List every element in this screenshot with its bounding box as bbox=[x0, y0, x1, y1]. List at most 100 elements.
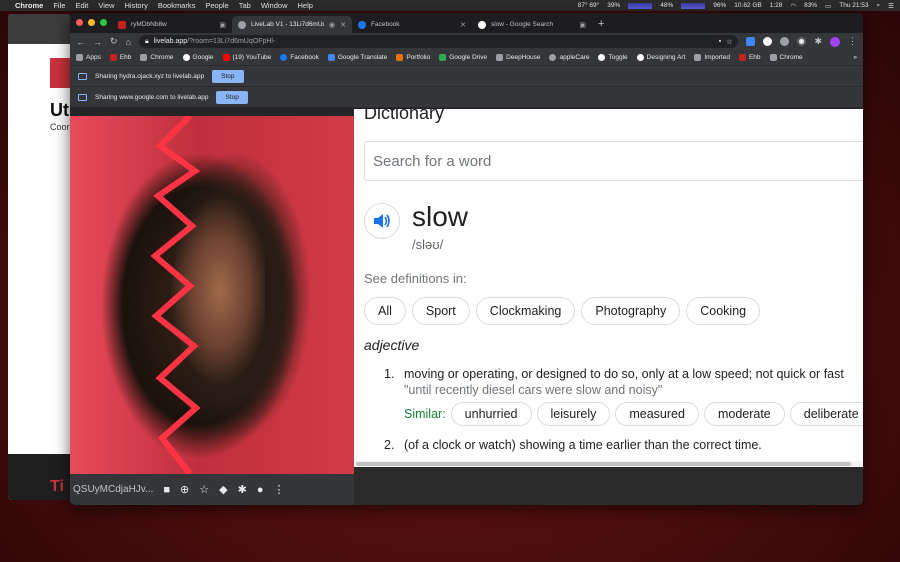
background-heading: Ut bbox=[50, 100, 69, 120]
forward-icon[interactable]: → bbox=[93, 37, 102, 47]
bookmark-item[interactable]: Designing Art bbox=[636, 54, 685, 61]
shared-window-footer bbox=[354, 467, 863, 505]
disk-readout[interactable]: 96% bbox=[713, 2, 726, 9]
new-tab-icon[interactable]: + bbox=[598, 18, 604, 30]
similar-chip[interactable]: moderate bbox=[703, 402, 785, 426]
bookmark-item[interactable]: Toggle bbox=[598, 54, 628, 61]
network-readout[interactable]: 10.62 GB bbox=[734, 2, 761, 9]
profile-icon[interactable]: ● bbox=[257, 484, 264, 496]
tab-facebook[interactable]: Facebook ✕ bbox=[352, 16, 472, 33]
menu-view[interactable]: View bbox=[98, 1, 114, 10]
menu-help[interactable]: Help bbox=[298, 1, 313, 10]
bookmark-item[interactable]: Apps bbox=[76, 54, 101, 61]
chip-photography[interactable]: Photography bbox=[581, 297, 681, 325]
menu-app-name[interactable]: Chrome bbox=[15, 1, 43, 10]
back-icon[interactable]: ← bbox=[76, 37, 85, 47]
menu-bookmarks[interactable]: Bookmarks bbox=[158, 1, 196, 10]
similar-chip[interactable]: unhurried bbox=[450, 402, 532, 426]
similar-chip[interactable]: leisurely bbox=[536, 402, 611, 426]
temperature-readout[interactable]: 87° 69° bbox=[578, 2, 599, 9]
control-center-icon[interactable]: ☰ bbox=[888, 2, 894, 10]
bookmark-item[interactable]: appleCare bbox=[549, 54, 589, 61]
reload-icon[interactable]: ↻ bbox=[110, 36, 118, 47]
extension-icon[interactable] bbox=[763, 37, 773, 46]
extension-icon[interactable] bbox=[746, 37, 756, 46]
menu-people[interactable]: People bbox=[205, 1, 228, 10]
similar-chip[interactable]: deliberate bbox=[789, 402, 863, 426]
chip-sport[interactable]: Sport bbox=[411, 297, 470, 325]
status-area: 87° 69° 39% 48% 96% 10.62 GB 1:28 ◠ 83% … bbox=[578, 2, 894, 10]
bookmark-star-icon[interactable]: ☆ bbox=[199, 483, 209, 496]
close-window-icon[interactable] bbox=[76, 19, 83, 26]
menu-kebab-icon[interactable]: ⋮ bbox=[848, 36, 857, 47]
zoom-window-icon[interactable] bbox=[100, 19, 107, 26]
extension-icon[interactable] bbox=[797, 37, 807, 46]
bookmark-item[interactable]: Google Drive bbox=[439, 54, 487, 61]
bookmarks-overflow-icon[interactable]: » bbox=[853, 54, 857, 61]
clock[interactable]: Thu 21:53 bbox=[839, 2, 868, 9]
menu-tab[interactable]: Tab bbox=[239, 1, 251, 10]
scrollbar-thumb[interactable] bbox=[356, 462, 851, 466]
shared-url-fragment[interactable]: QSUyMCdjaHJv... bbox=[73, 484, 153, 495]
wifi-icon[interactable]: ◠ bbox=[790, 2, 796, 10]
similar-words: Similar: unhurried leisurely measured mo… bbox=[404, 402, 863, 426]
bookmark-item[interactable]: Facebook bbox=[280, 54, 319, 61]
profile-avatar[interactable] bbox=[830, 36, 840, 47]
bookmark-folder[interactable]: Chrome bbox=[769, 54, 803, 61]
tab-media-icon[interactable]: ▣ bbox=[219, 21, 226, 29]
share-notification-text: Sharing www.google.com to livelab.app bbox=[95, 93, 209, 101]
bookmark-item[interactable]: Google Translate bbox=[327, 54, 387, 61]
bookmark-item[interactable]: Google bbox=[182, 54, 214, 61]
tab-media-icon[interactable]: ▣ bbox=[579, 21, 586, 29]
stop-sharing-button[interactable]: Stop bbox=[216, 90, 248, 104]
bookmark-star-icon[interactable]: ☆ bbox=[726, 38, 732, 46]
zoom-icon[interactable]: ⊕ bbox=[180, 483, 189, 496]
chip-all[interactable]: All bbox=[364, 297, 406, 325]
part-of-speech: adjective bbox=[364, 337, 420, 353]
menu-history[interactable]: History bbox=[125, 1, 148, 10]
background-red-text: Ti bbox=[50, 478, 64, 495]
chip-cooking[interactable]: Cooking bbox=[686, 297, 761, 325]
home-icon[interactable]: ⌂ bbox=[126, 37, 131, 47]
memory-readout[interactable]: 48% bbox=[660, 2, 673, 9]
bookmark-item[interactable]: Portfolio bbox=[396, 54, 430, 61]
background-window[interactable]: Ut Coor Ti bbox=[8, 14, 70, 500]
battery-readout[interactable]: 83% bbox=[804, 2, 817, 9]
camera-icon[interactable]: ■ bbox=[163, 484, 170, 496]
menu-window[interactable]: Window bbox=[261, 1, 288, 10]
battery-icon[interactable]: ▭ bbox=[825, 2, 831, 10]
tab-close-icon[interactable]: ✕ bbox=[460, 21, 466, 29]
bookmark-folder[interactable]: Chrome bbox=[140, 54, 174, 61]
address-bar[interactable]: 🔒︎ livelab.app/?room=13Li7d6mUqOFpHl- ▪ … bbox=[138, 35, 739, 48]
extension-icon[interactable]: ◆ bbox=[219, 483, 227, 496]
lock-icon[interactable]: 🔒︎ bbox=[145, 38, 149, 46]
cpu-readout[interactable]: 39% bbox=[607, 2, 620, 9]
tab-livelab[interactable]: LiveLab V1 - 13Li7d6mUqO ◉ ✕ bbox=[232, 16, 352, 33]
tab-close-icon[interactable]: ✕ bbox=[340, 21, 346, 29]
tab-title: Facebook bbox=[371, 21, 400, 28]
bookmark-item[interactable]: Ehb bbox=[109, 54, 131, 61]
camera-icon[interactable]: ▪ bbox=[719, 38, 721, 45]
category-chips: All Sport Clockmaking Photography Cookin… bbox=[364, 297, 761, 325]
similar-chip[interactable]: measured bbox=[615, 402, 699, 426]
timer-readout[interactable]: 1:28 bbox=[770, 2, 783, 9]
tab-rymdbnb8w[interactable]: ryMDbNb8w ▣ bbox=[112, 16, 232, 33]
bookmark-folder[interactable]: DeepHouse bbox=[496, 54, 540, 61]
tab-favicon-icon bbox=[358, 20, 366, 29]
search-icon[interactable]: ⌕ bbox=[877, 2, 881, 10]
stop-sharing-button[interactable]: Stop bbox=[212, 69, 244, 83]
word-search-input[interactable]: Search for a word bbox=[364, 141, 863, 181]
bookmark-folder[interactable]: Imported bbox=[694, 54, 730, 61]
bookmark-item[interactable]: (19) YouTube bbox=[222, 54, 271, 61]
puzzle-extensions-icon[interactable]: ✱ bbox=[814, 36, 822, 47]
chip-clockmaking[interactable]: Clockmaking bbox=[475, 297, 576, 325]
bookmark-item[interactable]: Ehb bbox=[738, 54, 761, 61]
menu-kebab-icon[interactable]: ⋮ bbox=[273, 483, 284, 496]
extension-icon[interactable] bbox=[780, 37, 790, 46]
puzzle-extensions-icon[interactable]: ✱ bbox=[238, 483, 247, 496]
tab-google-search[interactable]: slow - Google Search ▣ bbox=[472, 16, 592, 33]
menu-file[interactable]: File bbox=[53, 1, 65, 10]
pronunciation-speaker-button[interactable] bbox=[364, 203, 400, 239]
menu-edit[interactable]: Edit bbox=[75, 1, 88, 10]
minimize-window-icon[interactable] bbox=[88, 19, 95, 26]
